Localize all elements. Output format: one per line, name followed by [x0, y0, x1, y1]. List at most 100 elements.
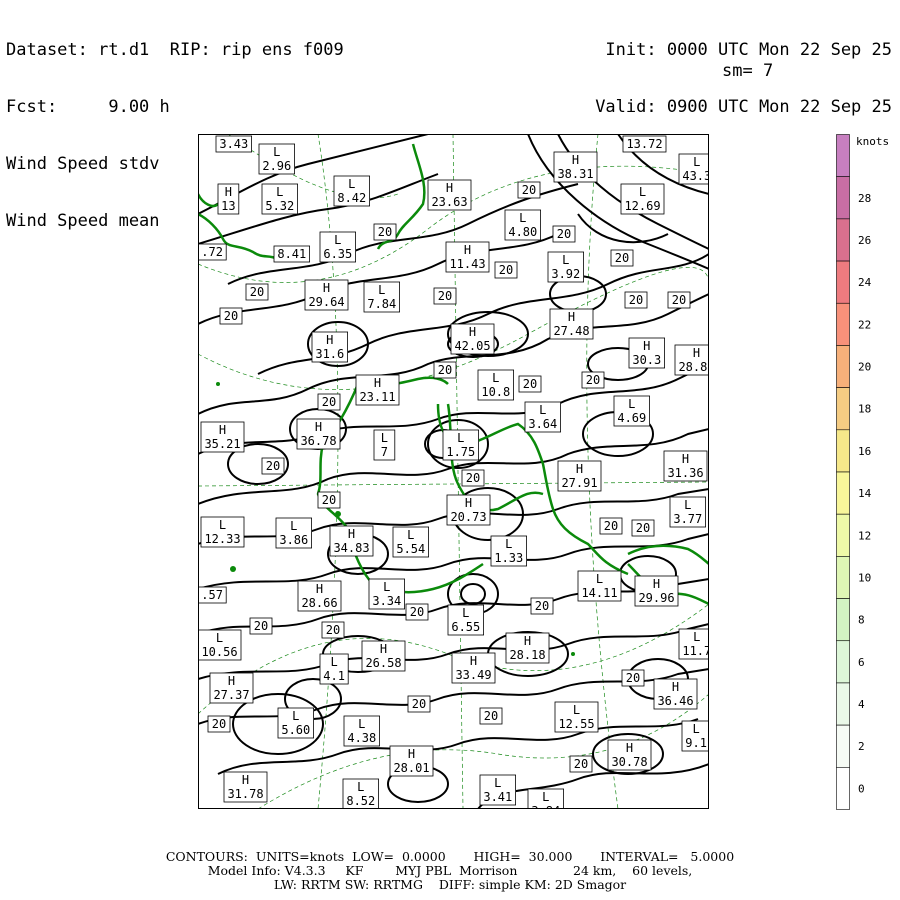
value-label: .57 [198, 586, 227, 604]
svg-text:H: H [682, 452, 689, 466]
svg-text:L: L [573, 703, 580, 717]
svg-text:20: 20 [636, 521, 650, 535]
high-label: H35.21 [200, 421, 245, 453]
svg-text:L: L [358, 717, 365, 731]
svg-text:36.46: 36.46 [657, 694, 693, 708]
contour-value-label: 20 [631, 519, 655, 537]
colorbar-cell [836, 260, 850, 304]
low-label: L11.7 [678, 628, 709, 660]
colorbar-cell [836, 176, 850, 220]
colorbar-cell [836, 556, 850, 599]
svg-text:L: L [596, 572, 603, 586]
contour-value-label: 20 [317, 491, 341, 509]
low-label: L4.69 [613, 395, 650, 427]
contour-value-label: 20 [518, 375, 542, 393]
colorbar-tick-label: 24 [858, 276, 872, 289]
svg-text:20: 20 [523, 377, 537, 391]
svg-text:L: L [693, 630, 700, 644]
svg-text:L: L [407, 528, 414, 542]
colorbar-cell [836, 767, 850, 810]
svg-text:L: L [357, 780, 364, 794]
svg-text:3.41: 3.41 [483, 790, 512, 804]
valid-time: Valid: 0900 UTC Mon 22 Sep 25 [595, 97, 892, 117]
contour-value-label: 20 [433, 361, 457, 379]
svg-text:30.3: 30.3 [632, 353, 661, 367]
svg-text:H: H [408, 747, 415, 761]
svg-text:.57: .57 [201, 588, 223, 602]
svg-text:11.7: 11.7 [682, 644, 709, 658]
svg-text:6.55: 6.55 [451, 620, 480, 634]
svg-text:L: L [693, 155, 700, 169]
colorbar-cell [836, 724, 850, 768]
svg-text:H: H [242, 773, 249, 787]
svg-text:3.86: 3.86 [279, 533, 308, 547]
svg-text:20: 20 [499, 263, 513, 277]
colorbar-tick-label: 6 [858, 656, 865, 669]
svg-text:H: H [374, 376, 381, 390]
svg-text:20: 20 [438, 363, 452, 377]
svg-text:3.43: 3.43 [219, 137, 248, 151]
footer-physics-info: LW: RRTM SW: RRTMG DIFF: simple KM: 2D S… [273, 877, 627, 892]
low-label: L6.55 [447, 604, 484, 636]
low-label: L3.84 [527, 788, 564, 809]
svg-text:20: 20 [322, 493, 336, 507]
high-label: H28.66 [297, 580, 342, 612]
contour-value-label: 20 [373, 223, 397, 241]
svg-text:20: 20 [250, 285, 264, 299]
dataset-line: Dataset: rt.d1 RIP: rip ens f009 [6, 40, 344, 60]
svg-text:43.3: 43.3 [682, 169, 709, 183]
svg-text:20: 20 [586, 373, 600, 387]
svg-text:8.52: 8.52 [346, 794, 375, 808]
svg-text:4.80: 4.80 [508, 225, 537, 239]
colorbar-tick-labels: 2826242220181614121086420 [858, 192, 872, 796]
svg-text:20: 20 [326, 623, 340, 637]
high-label: H27.37 [209, 672, 254, 704]
svg-text:10.56: 10.56 [201, 645, 237, 659]
high-label: H27.48 [549, 308, 594, 340]
low-label: L8.42 [333, 175, 370, 207]
low-label: L3.41 [479, 774, 516, 806]
svg-text:8.42: 8.42 [337, 191, 366, 205]
svg-text:20: 20 [484, 709, 498, 723]
colorbar-tick-label: 16 [858, 445, 871, 458]
svg-text:28.18: 28.18 [509, 648, 545, 662]
contour-value-label: 20 [621, 669, 645, 687]
low-label: L3.92 [547, 251, 584, 283]
contour-value-label: 20 [599, 517, 623, 535]
contour-value-label: 20 [581, 371, 605, 389]
high-label: H20.73 [446, 494, 491, 526]
svg-text:20: 20 [212, 717, 226, 731]
svg-text:H: H [626, 741, 633, 755]
svg-text:20: 20 [626, 671, 640, 685]
contour-value-label: 20 [433, 287, 457, 305]
value-label: 13.72 [622, 135, 667, 153]
svg-text:20: 20 [224, 309, 238, 323]
svg-text:13.72: 13.72 [626, 137, 662, 151]
colorbar-tick-label: 4 [858, 698, 865, 711]
svg-text:7.84: 7.84 [367, 297, 396, 311]
svg-text:20: 20 [557, 227, 571, 241]
svg-text:35.21: 35.21 [204, 437, 240, 451]
colorbar-cell [836, 640, 850, 684]
svg-text:L: L [462, 606, 469, 620]
svg-text:20: 20 [438, 289, 452, 303]
low-label: L5.54 [392, 526, 429, 558]
svg-text:H: H [572, 153, 579, 167]
svg-text:L: L [330, 655, 337, 669]
low-label: L7 [373, 429, 396, 461]
svg-text:1.75: 1.75 [446, 445, 475, 459]
contour-value-label: 20 [552, 225, 576, 243]
svg-text:3.64: 3.64 [528, 417, 557, 431]
svg-text:L: L [292, 709, 299, 723]
svg-text:31.78: 31.78 [227, 787, 263, 801]
low-label: L4.80 [504, 209, 541, 241]
svg-text:H: H [568, 310, 575, 324]
colorbar-cell [836, 302, 850, 346]
high-label: H29.96 [634, 575, 679, 607]
svg-text:L: L [628, 397, 635, 411]
svg-text:28.84: 28.84 [678, 360, 709, 374]
colorbar-tick-label: 12 [858, 529, 871, 542]
colorbar-tick-label: 14 [858, 487, 872, 500]
high-label: H23.11 [355, 374, 400, 406]
low-label: L8.52 [342, 778, 379, 809]
